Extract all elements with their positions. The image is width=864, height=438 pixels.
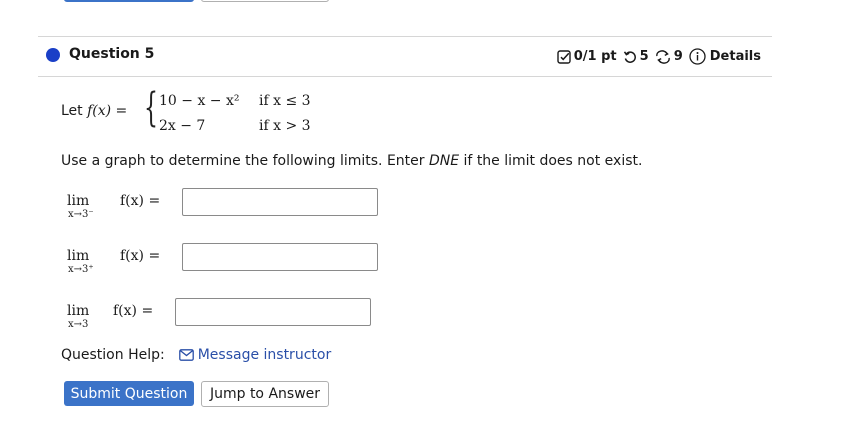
score-checkbox-icon bbox=[557, 49, 571, 64]
case1-condition: if x ≤ 3 bbox=[259, 93, 311, 109]
question-status-dot-icon bbox=[46, 48, 60, 62]
let-label: Let bbox=[61, 103, 83, 119]
question-header-bottom-divider bbox=[38, 76, 772, 77]
question-title: Question 5 bbox=[69, 46, 155, 62]
limit-two-sided-answer-input[interactable] bbox=[175, 298, 371, 326]
piecewise-brace: { bbox=[144, 85, 158, 131]
previous-submit-button-edge[interactable] bbox=[64, 0, 194, 2]
previous-jump-button-edge[interactable] bbox=[201, 0, 329, 2]
lim-word: lim bbox=[67, 193, 90, 209]
attempts-count: 9 bbox=[673, 49, 683, 64]
case2-expression: 2x − 7 bbox=[159, 118, 206, 134]
function-lhs: f(x) = bbox=[87, 103, 128, 119]
lim-subscript: x→3⁻ bbox=[68, 209, 94, 220]
case2-condition: if x > 3 bbox=[259, 118, 311, 134]
limit-two-sided-expression: f(x) = bbox=[113, 303, 154, 319]
lim-subscript: x→3⁺ bbox=[68, 264, 94, 275]
submit-question-button[interactable]: Submit Question bbox=[64, 381, 194, 406]
lim-word: lim bbox=[67, 303, 90, 319]
retries-count: 5 bbox=[639, 49, 649, 64]
instructions-text: Use a graph to determine the following l… bbox=[61, 153, 643, 169]
info-icon bbox=[689, 48, 706, 65]
limit-right-expression: f(x) = bbox=[120, 248, 161, 264]
case1-expression: 10 − x − x² bbox=[159, 93, 240, 109]
mail-icon bbox=[178, 349, 194, 361]
score-text: 0/1 pt bbox=[573, 49, 617, 64]
limit-right-answer-input[interactable] bbox=[182, 243, 378, 271]
message-instructor-link[interactable]: Message instructor bbox=[198, 347, 332, 363]
details-button[interactable]: Details bbox=[689, 48, 761, 65]
lim-word: lim bbox=[67, 248, 90, 264]
details-label: Details bbox=[709, 49, 761, 64]
retry-icon bbox=[623, 50, 636, 63]
function-definition: Let f(x) = bbox=[61, 103, 127, 119]
question-header-top-divider bbox=[38, 36, 772, 37]
question-meta: 0/1 pt 5 9 Details bbox=[557, 48, 761, 65]
attempts-icon bbox=[655, 49, 670, 64]
limit-two-sided-label: lim x→3 bbox=[67, 303, 89, 330]
limit-right-label: lim x→3⁺ bbox=[67, 248, 94, 275]
question-help: Question Help: Message instructor bbox=[61, 347, 331, 363]
question-help-label: Question Help: bbox=[61, 347, 165, 363]
limit-left-label: lim x→3⁻ bbox=[67, 193, 94, 220]
limit-left-expression: f(x) = bbox=[120, 193, 161, 209]
lim-subscript: x→3 bbox=[68, 319, 89, 330]
jump-to-answer-button[interactable]: Jump to Answer bbox=[201, 381, 329, 407]
limit-left-answer-input[interactable] bbox=[182, 188, 378, 216]
